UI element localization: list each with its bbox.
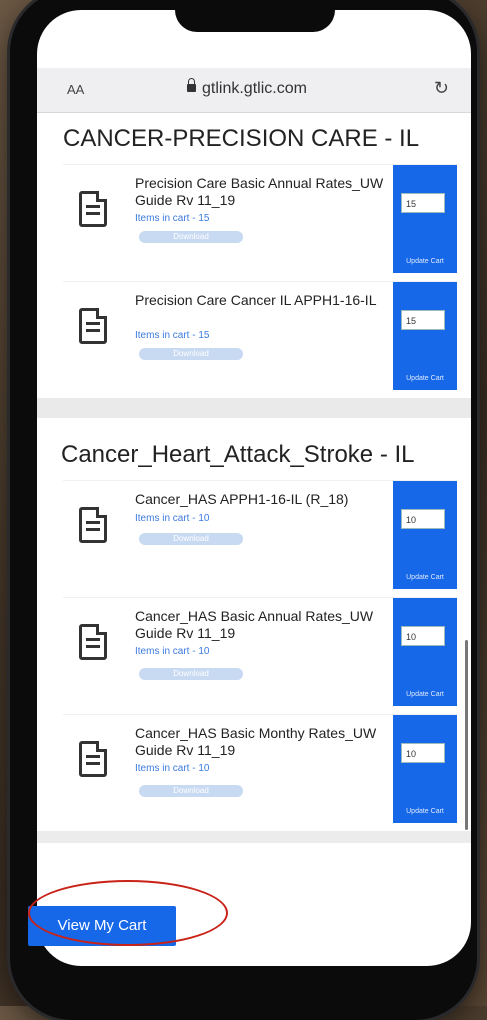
cart-panel: 15 Update Cart bbox=[393, 282, 457, 390]
items-in-cart-count: Items in cart - 10 bbox=[135, 763, 210, 774]
url-text: gtlink.gtlic.com bbox=[202, 80, 307, 97]
address-field[interactable]: gtlink.gtlic.com bbox=[187, 78, 307, 98]
download-button[interactable]: Download bbox=[139, 533, 243, 545]
update-cart-button[interactable]: Update Cart bbox=[393, 375, 457, 382]
list-item: Cancer_HAS Basic Annual Rates_UW Guide R… bbox=[63, 597, 457, 706]
cart-panel: 15 Update Cart bbox=[393, 165, 457, 273]
section-title: CANCER-PRECISION CARE - IL bbox=[63, 125, 420, 152]
download-button[interactable]: Download bbox=[139, 785, 243, 797]
lock-icon bbox=[187, 78, 196, 92]
reload-icon[interactable]: ↻ bbox=[434, 78, 449, 99]
document-icon bbox=[79, 191, 107, 227]
download-button[interactable]: Download bbox=[139, 231, 243, 243]
quantity-input[interactable]: 15 bbox=[401, 310, 445, 330]
download-button[interactable]: Download bbox=[139, 668, 243, 680]
document-icon bbox=[79, 741, 107, 777]
items-in-cart-count: Items in cart - 15 bbox=[135, 330, 210, 341]
browser-url-bar[interactable]: AA gtlink.gtlic.com ↻ bbox=[37, 68, 471, 113]
highlight-circle-annotation bbox=[28, 880, 228, 946]
phone-frame: AA gtlink.gtlic.com ↻ CANCER-PRECISION C… bbox=[10, 0, 477, 1020]
items-in-cart-count: Items in cart - 10 bbox=[135, 646, 210, 657]
update-cart-button[interactable]: Update Cart bbox=[393, 574, 457, 581]
quantity-input[interactable]: 10 bbox=[401, 743, 445, 763]
list-item: Cancer_HAS APPH1-16-IL (R_18) Items in c… bbox=[63, 480, 457, 589]
section-divider bbox=[37, 831, 471, 843]
section-divider bbox=[37, 398, 471, 418]
document-icon bbox=[79, 308, 107, 344]
update-cart-button[interactable]: Update Cart bbox=[393, 258, 457, 265]
phone-screen: AA gtlink.gtlic.com ↻ CANCER-PRECISION C… bbox=[37, 10, 471, 966]
scrollbar[interactable] bbox=[465, 640, 468, 830]
cart-panel: 10 Update Cart bbox=[393, 715, 457, 823]
document-list: Cancer_HAS APPH1-16-IL (R_18) Items in c… bbox=[63, 480, 457, 823]
document-icon bbox=[79, 507, 107, 543]
items-in-cart-count: Items in cart - 15 bbox=[135, 213, 210, 224]
text-size-button[interactable]: AA bbox=[67, 82, 84, 97]
quantity-input[interactable]: 10 bbox=[401, 509, 445, 529]
quantity-input[interactable]: 15 bbox=[401, 193, 445, 213]
item-title: Precision Care Basic Annual Rates_UW Gui… bbox=[135, 175, 384, 208]
update-cart-button[interactable]: Update Cart bbox=[393, 691, 457, 698]
phone-notch bbox=[175, 0, 335, 32]
update-cart-button[interactable]: Update Cart bbox=[393, 808, 457, 815]
list-item: Cancer_HAS Basic Monthy Rates_UW Guide R… bbox=[63, 714, 457, 823]
document-icon bbox=[79, 624, 107, 660]
item-title: Cancer_HAS Basic Annual Rates_UW Guide R… bbox=[135, 608, 374, 641]
cart-panel: 10 Update Cart bbox=[393, 598, 457, 706]
document-list: Precision Care Basic Annual Rates_UW Gui… bbox=[63, 164, 457, 390]
cart-panel: 10 Update Cart bbox=[393, 481, 457, 589]
item-title: Cancer_HAS Basic Monthy Rates_UW Guide R… bbox=[135, 725, 377, 758]
quantity-input[interactable]: 10 bbox=[401, 626, 445, 646]
list-item: Precision Care Cancer IL APPH1-16-IL Ite… bbox=[63, 281, 457, 390]
item-title: Cancer_HAS APPH1-16-IL (R_18) bbox=[135, 491, 349, 507]
list-item: Precision Care Basic Annual Rates_UW Gui… bbox=[63, 164, 457, 273]
section-title: Cancer_Heart_Attack_Stroke - IL bbox=[61, 441, 415, 468]
download-button[interactable]: Download bbox=[139, 348, 243, 360]
page-content: CANCER-PRECISION CARE - IL Precision Car… bbox=[37, 112, 471, 843]
item-title: Precision Care Cancer IL APPH1-16-IL bbox=[135, 292, 377, 308]
items-in-cart-count: Items in cart - 10 bbox=[135, 513, 210, 524]
